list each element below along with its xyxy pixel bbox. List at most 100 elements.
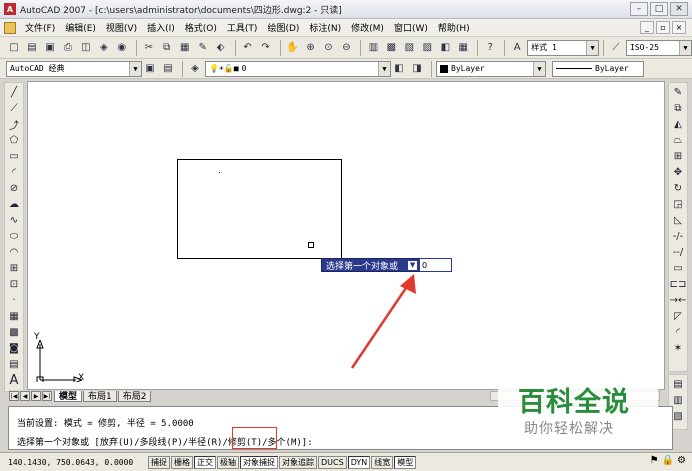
doc-close-button[interactable]: × [672, 21, 686, 34]
next-tab-button[interactable]: ▶ [31, 391, 41, 401]
new-file-icon[interactable]: □ [6, 40, 22, 56]
quadrilateral-shape[interactable] [177, 159, 342, 259]
osnap-toggle[interactable]: 对象捕捉 [240, 455, 278, 469]
otrack-toggle[interactable]: 对象追踪 [279, 455, 317, 469]
make-block-icon[interactable]: ⊡ [6, 277, 22, 292]
model-toggle[interactable]: 模型 [394, 455, 417, 469]
move-icon[interactable]: ✥ [670, 165, 686, 180]
lineweight-toggle[interactable]: 线宽 [371, 455, 394, 469]
rotate-icon[interactable]: ↻ [670, 181, 686, 196]
tab-layout2[interactable]: 布局2 [117, 390, 152, 402]
workspace-save-icon[interactable]: ▤ [160, 61, 176, 77]
polar-toggle[interactable]: 极轴 [217, 455, 239, 469]
menu-draw[interactable]: 绘图(D) [262, 21, 304, 34]
minimize-button[interactable]: – [630, 2, 648, 16]
publish-icon[interactable]: ◈ [96, 40, 112, 56]
zoom-realtime-icon[interactable]: ⊕ [303, 40, 319, 56]
snap-toggle[interactable]: 捕捉 [148, 455, 170, 469]
color-combo[interactable]: ByLayer ▼ [436, 60, 546, 77]
fillet-icon[interactable]: ◜ [670, 325, 686, 340]
polyline-icon[interactable]: ⤴ [6, 117, 22, 132]
design-center-icon[interactable]: ▩ [383, 40, 399, 56]
hatch-icon[interactable]: ▦ [6, 309, 22, 324]
first-tab-button[interactable]: |◀ [9, 391, 19, 401]
ortho-toggle[interactable]: 正交 [194, 455, 216, 469]
make-current-layer-icon[interactable]: ◧ [391, 61, 407, 77]
ellipse-arc-icon[interactable]: ◠ [6, 245, 22, 260]
menu-modify[interactable]: 修改(M) [346, 21, 389, 34]
pan-icon[interactable]: ✋ [285, 40, 301, 56]
coordinate-readout[interactable]: 140.1430, 750.0643, 0.0000 [8, 458, 148, 467]
revision-cloud-icon[interactable]: ☁ [6, 197, 22, 212]
paste-icon[interactable]: ▦ [177, 40, 193, 56]
copy-object-icon[interactable]: ⧉ [670, 101, 686, 116]
chevron-down-icon[interactable]: ▼ [678, 40, 691, 55]
tool-palettes-icon[interactable]: ▧ [401, 40, 417, 56]
lock-icon[interactable]: 🔒 [662, 455, 674, 466]
polygon-icon[interactable]: ⬠ [6, 133, 22, 148]
properties-icon[interactable]: ▥ [365, 40, 381, 56]
dynamic-input-field[interactable]: 0 [419, 258, 452, 272]
down-arrow-key-icon[interactable]: ▼ [408, 260, 418, 270]
layer-tool-icon[interactable]: ▤ [670, 377, 686, 392]
line-icon[interactable]: ╱ [6, 85, 22, 100]
help-icon[interactable]: ? [482, 40, 498, 56]
scale-icon[interactable]: ◲ [670, 197, 686, 212]
explode-icon[interactable]: ✶ [670, 341, 686, 356]
copy-icon[interactable]: ⧉ [159, 40, 175, 56]
chevron-down-icon[interactable]: ▼ [129, 61, 141, 76]
workspace-settings-icon[interactable]: ▣ [142, 61, 158, 77]
erase-icon[interactable]: ✎ [670, 85, 686, 100]
zoom-previous-icon[interactable]: ⊖ [338, 40, 354, 56]
print-icon[interactable]: ⎙ [60, 40, 76, 56]
mirror-icon[interactable]: ◭ [670, 117, 686, 132]
stretch-icon[interactable]: ◺ [670, 213, 686, 228]
menu-insert[interactable]: 插入(I) [142, 21, 180, 34]
tab-model[interactable]: 模型 [54, 390, 83, 402]
zoom-window-icon[interactable]: ⊙ [321, 40, 337, 56]
insert-block-icon[interactable]: ⊞ [6, 261, 22, 276]
region-icon[interactable]: ◙ [6, 341, 22, 356]
offset-icon[interactable]: ⏢ [670, 133, 686, 148]
menu-view[interactable]: 视图(V) [101, 21, 142, 34]
plot-preview-icon[interactable]: ◫ [78, 40, 94, 56]
3d-dwf-icon[interactable]: ◉ [114, 40, 130, 56]
trim-icon[interactable]: -/- [670, 229, 686, 244]
spline-icon[interactable]: ∿ [6, 213, 22, 228]
menu-format[interactable]: 格式(O) [180, 21, 222, 34]
ellipse-icon[interactable]: ⬭ [6, 229, 22, 244]
construction-line-icon[interactable]: ⟋ [6, 101, 22, 116]
grid-toggle[interactable]: 栅格 [171, 455, 193, 469]
break-at-point-icon[interactable]: ▭ [670, 261, 686, 276]
tray-settings-icon[interactable]: ⚙ [677, 455, 686, 466]
workspace-combo[interactable]: AutoCAD 经典 ▼ [6, 60, 142, 77]
close-button[interactable]: ✕ [670, 2, 688, 16]
open-file-icon[interactable]: ▤ [24, 40, 40, 56]
undo-icon[interactable]: ↶ [240, 40, 256, 56]
break-icon[interactable]: ⊏⊐ [670, 277, 687, 292]
communication-center-icon[interactable]: ⚑ [650, 455, 659, 466]
save-icon[interactable]: ▣ [42, 40, 58, 56]
match-properties-icon[interactable]: ✎ [195, 40, 211, 56]
chamfer-icon[interactable]: ◸ [670, 309, 686, 324]
array-icon[interactable]: ⊞ [670, 149, 686, 164]
doc-minimize-button[interactable]: _ [640, 21, 654, 34]
markup-icon[interactable]: ◧ [437, 40, 453, 56]
sheet-set-icon[interactable]: ▨ [419, 40, 435, 56]
rectangle-icon[interactable]: ▭ [6, 149, 22, 164]
prev-tab-button[interactable]: ◀ [20, 391, 30, 401]
table-icon[interactable]: ▤ [6, 357, 22, 372]
cut-icon[interactable]: ✂ [141, 40, 157, 56]
last-tab-button[interactable]: ▶| [42, 391, 52, 401]
tab-layout1[interactable]: 布局1 [83, 390, 117, 402]
dim-style-combo[interactable]: ISO-25 ▼ [626, 39, 692, 56]
menu-window[interactable]: 窗口(W) [389, 21, 433, 34]
chevron-down-icon[interactable]: ▼ [378, 61, 390, 76]
extend-icon[interactable]: --/ [670, 245, 686, 260]
doc-restore-button[interactable]: ▫ [656, 21, 670, 34]
dyn-toggle[interactable]: DYN [347, 455, 371, 469]
layer-previous-icon[interactable]: ◨ [409, 61, 425, 77]
calculator-icon[interactable]: ▦ [455, 40, 471, 56]
block-editor-icon[interactable]: ⬖ [213, 40, 229, 56]
chevron-down-icon[interactable]: ▼ [586, 40, 599, 55]
